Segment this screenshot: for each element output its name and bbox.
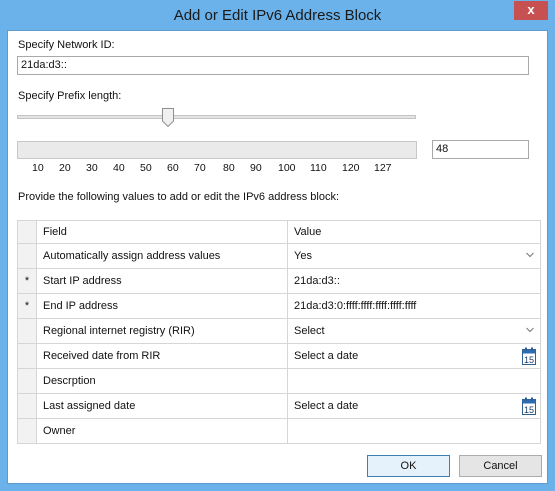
row-selector-header — [17, 220, 37, 244]
value-dropdown[interactable]: Yes — [287, 243, 541, 269]
prefix-tick-label: 100 — [278, 162, 296, 174]
value-date-picker[interactable]: Select a date 15 — [287, 393, 541, 419]
prefix-range-bar — [17, 141, 417, 159]
field-cell: End IP address — [36, 293, 288, 319]
value-text: Select a date — [294, 350, 359, 362]
prefix-tick-label: 60 — [167, 162, 179, 174]
instructions-text: Provide the following values to add or e… — [18, 191, 340, 203]
field-cell: Owner — [36, 418, 288, 444]
value-text: 21da:d3:0:ffff:ffff:ffff:ffff:ffff — [294, 300, 417, 312]
field-cell: Automatically assign address values — [36, 243, 288, 269]
prefix-tick-label: 110 — [310, 162, 327, 174]
dialog-title: Add or Edit IPv6 Address Block — [173, 7, 382, 24]
field-cell: Descrption — [36, 368, 288, 394]
grid-row[interactable]: * End IP address 21da:d3:0:ffff:ffff:ffff:… — [17, 293, 541, 319]
chevron-down-icon[interactable] — [526, 252, 534, 258]
prefix-tick-label: 70 — [194, 162, 206, 174]
field-cell: Received date from RIR — [36, 343, 288, 369]
title-bar[interactable]: Add or Edit IPv6 Address Block x — [0, 0, 555, 30]
row-required-marker — [17, 418, 37, 444]
grid-row[interactable]: Descrption — [17, 368, 541, 394]
grid-row[interactable]: Owner — [17, 418, 541, 444]
prefix-length-input[interactable]: 48 — [432, 140, 529, 159]
value-text: Select — [294, 325, 325, 337]
chevron-down-icon[interactable] — [526, 327, 534, 333]
ok-button[interactable]: OK — [367, 455, 450, 477]
prefix-length-label: Specify Prefix length: — [18, 90, 122, 102]
field-cell: Last assigned date — [36, 393, 288, 419]
value-input[interactable]: 21da:d3:: — [287, 268, 541, 294]
calendar-day-label: 15 — [524, 355, 534, 365]
prefix-tick-label: 10 — [32, 162, 44, 174]
dialog-window: Add or Edit IPv6 Address Block x Specify… — [0, 0, 555, 491]
row-required-marker — [17, 393, 37, 419]
value-input[interactable] — [287, 368, 541, 394]
grid-row[interactable]: * Start IP address 21da:d3:: — [17, 268, 541, 294]
grid-row[interactable]: Received date from RIR Select a date 15 — [17, 343, 541, 369]
row-required-marker — [17, 318, 37, 344]
value-text: Yes — [294, 250, 312, 262]
value-text: Select a date — [294, 400, 359, 412]
prefix-tick-label: 127 — [374, 162, 392, 174]
field-column-header[interactable]: Field — [36, 220, 288, 244]
value-date-picker[interactable]: Select a date 15 — [287, 343, 541, 369]
network-id-label: Specify Network ID: — [18, 39, 115, 51]
network-id-input[interactable]: 21da:d3:: — [17, 56, 529, 75]
prefix-slider-track[interactable] — [17, 115, 416, 119]
grid-row[interactable]: Regional internet registry (RIR) Select — [17, 318, 541, 344]
row-required-marker: * — [17, 293, 37, 319]
prefix-slider-thumb[interactable] — [162, 108, 174, 127]
grid-row[interactable]: Automatically assign address values Yes — [17, 243, 541, 269]
row-required-marker: * — [17, 268, 37, 294]
calendar-icon[interactable]: 15 — [522, 347, 536, 365]
dialog-body: Specify Network ID: 21da:d3:: Specify Pr… — [7, 30, 548, 484]
grid-row[interactable]: Last assigned date Select a date 15 — [17, 393, 541, 419]
grid-header-row: Field Value — [17, 220, 541, 244]
value-text: 21da:d3:: — [294, 275, 340, 287]
field-cell: Regional internet registry (RIR) — [36, 318, 288, 344]
prefix-tick-label: 40 — [113, 162, 125, 174]
cancel-button[interactable]: Cancel — [459, 455, 542, 477]
prefix-tick-label: 120 — [342, 162, 360, 174]
row-required-marker — [17, 343, 37, 369]
prefix-tick-label: 50 — [140, 162, 152, 174]
prefix-tick-label: 20 — [59, 162, 71, 174]
field-cell: Start IP address — [36, 268, 288, 294]
prefix-tick-label: 30 — [86, 162, 98, 174]
value-dropdown[interactable]: Select — [287, 318, 541, 344]
close-button[interactable]: x — [514, 1, 548, 20]
value-input[interactable]: 21da:d3:0:ffff:ffff:ffff:ffff:ffff — [287, 293, 541, 319]
row-required-marker — [17, 243, 37, 269]
value-input[interactable] — [287, 418, 541, 444]
calendar-day-label: 15 — [524, 405, 534, 415]
address-block-grid: Field Value Automatically assign address… — [17, 220, 541, 444]
calendar-icon[interactable]: 15 — [522, 397, 536, 415]
prefix-tick-label: 80 — [223, 162, 235, 174]
prefix-tick-label: 90 — [250, 162, 262, 174]
value-column-header[interactable]: Value — [287, 220, 541, 244]
row-required-marker — [17, 368, 37, 394]
